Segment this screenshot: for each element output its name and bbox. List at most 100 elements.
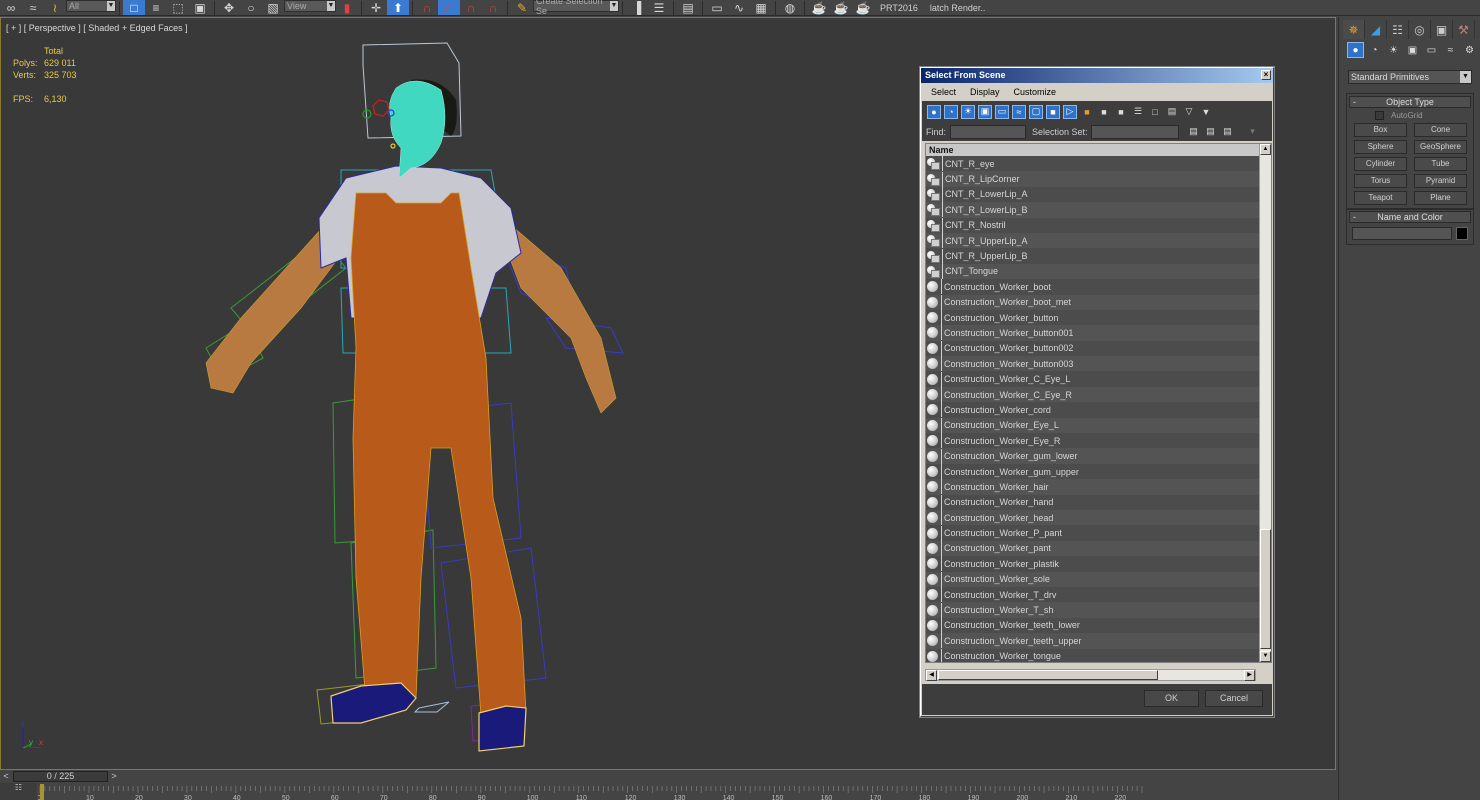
selection-set-remove-icon[interactable]: ▤ [1221, 125, 1235, 139]
select-object-icon[interactable]: □ [123, 0, 145, 15]
layer-explorer-icon[interactable]: ▤ [677, 0, 699, 15]
display-cameras-icon[interactable]: ▣ [978, 104, 992, 119]
display-geometry-icon[interactable]: ● [927, 104, 941, 119]
list-item[interactable]: CNT_R_LipCorner [926, 171, 1259, 187]
window-crossing-icon[interactable]: ▣ [189, 0, 211, 15]
snaps-toggle-icon[interactable]: ∩ [416, 0, 438, 15]
material-editor-icon[interactable]: ◍ [779, 0, 801, 15]
percent-snap-icon[interactable]: ∩ [460, 0, 482, 15]
list-item[interactable]: Construction_Worker_button [926, 309, 1259, 326]
previous-frame-button[interactable]: < [0, 770, 12, 783]
list-item[interactable]: Construction_Worker_C_Eye_L [926, 371, 1259, 387]
list-item[interactable]: Construction_Worker_hand [926, 494, 1259, 510]
primitive-button-tube[interactable]: Tube [1414, 157, 1467, 171]
keyboard-shortcut-override-icon[interactable]: ⬆ [387, 0, 409, 15]
horizontal-scroll-thumb[interactable] [938, 670, 1158, 680]
list-item[interactable]: Construction_Worker_cord [926, 402, 1259, 418]
object-color-swatch[interactable] [1456, 227, 1468, 240]
list-item[interactable]: CNT_R_UpperLip_A [926, 232, 1259, 249]
list-item[interactable]: Construction_Worker_gum_lower [926, 448, 1259, 464]
list-item[interactable]: Construction_Worker_Eye_L [926, 417, 1259, 434]
primitive-button-cylinder[interactable]: Cylinder [1354, 157, 1407, 171]
name-column-header[interactable]: Name [926, 144, 1259, 156]
toggle-ribbon-icon[interactable]: ▭ [706, 0, 728, 15]
object-category-dropdown[interactable]: Standard Primitives ▼ [1348, 70, 1472, 84]
list-item[interactable]: Construction_Worker_boot_met [926, 294, 1259, 310]
curve-editor-icon[interactable]: ∿ [728, 0, 750, 15]
hierarchy-tab-icon[interactable]: ☷ [1387, 20, 1409, 39]
primitive-button-box[interactable]: Box [1354, 123, 1407, 137]
selection-set-dropdown[interactable] [1090, 124, 1179, 139]
scroll-down-button[interactable]: ▼ [1260, 651, 1271, 662]
list-item[interactable]: CNT_R_Nostril [926, 217, 1259, 233]
select-rotate-icon[interactable]: ○ [240, 0, 262, 15]
filter-icon[interactable]: ▽ [1182, 105, 1196, 119]
shapes-category-icon[interactable]: ◔ [1366, 42, 1383, 58]
list-item[interactable]: Construction_Worker_tongue [926, 648, 1259, 662]
list-item[interactable]: Construction_Worker_head [926, 509, 1259, 526]
track-bar-config-icon[interactable]: ☷ [0, 783, 37, 800]
list-item[interactable]: Construction_Worker_plastik [926, 556, 1259, 572]
pivot-center-icon[interactable]: ▮ [336, 0, 358, 15]
primitive-button-plane[interactable]: Plane [1414, 191, 1467, 205]
lights-category-icon[interactable]: ☀ [1385, 42, 1402, 58]
display-groups-icon[interactable]: ▢ [1029, 104, 1043, 119]
primitive-button-geosphere[interactable]: GeoSphere [1414, 140, 1467, 154]
list-item[interactable]: Construction_Worker_hair [926, 479, 1259, 495]
mirror-icon[interactable]: ▐ [626, 0, 648, 15]
display-hidden-icon[interactable]: ■ [1114, 105, 1128, 119]
dialog-title-bar[interactable]: Select From Scene × [921, 68, 1273, 83]
geometry-category-icon[interactable]: ● [1347, 42, 1364, 58]
systems-category-icon[interactable]: ⚙ [1461, 42, 1478, 58]
find-input[interactable] [950, 124, 1027, 139]
reference-coordinate-dropdown[interactable]: View ▼ [284, 0, 336, 12]
close-button[interactable]: × [1261, 70, 1271, 80]
find-options-icon[interactable]: ▾ [1246, 125, 1260, 139]
select-scale-icon[interactable]: ▧ [262, 0, 284, 15]
autogrid-checkbox[interactable]: AutoGrid [1375, 111, 1473, 120]
list-item[interactable]: Construction_Worker_C_Eye_R [926, 386, 1259, 403]
schematic-view-icon[interactable]: ▦ [750, 0, 772, 15]
primitive-button-sphere[interactable]: Sphere [1354, 140, 1407, 154]
display-helpers-icon[interactable]: ▭ [995, 104, 1009, 119]
utilities-tab-icon[interactable]: ⚒ [1453, 20, 1475, 39]
link-icon[interactable]: ∞ [0, 0, 22, 15]
align-icon[interactable]: ☰ [648, 0, 670, 15]
edit-named-selection-icon[interactable]: ✎ [511, 0, 533, 15]
batch-render-button[interactable]: latch Render.. [924, 3, 992, 13]
filter-options-icon[interactable]: ▼ [1199, 105, 1213, 119]
selection-set-add-icon[interactable]: ▤ [1204, 125, 1218, 139]
horizontal-scrollbar[interactable]: ◀ ▶ [925, 669, 1256, 681]
list-item[interactable]: Construction_Worker_pant [926, 540, 1259, 557]
modify-tab-icon[interactable]: ◢ [1365, 20, 1387, 39]
list-item[interactable]: Construction_Worker_teeth_lower [926, 617, 1259, 634]
primitive-button-pyramid[interactable]: Pyramid [1414, 174, 1467, 188]
spinner-snap-icon[interactable]: ∩ [482, 0, 504, 15]
prt2016-button[interactable]: PRT2016 [874, 3, 924, 13]
list-item[interactable]: Construction_Worker_gum_upper [926, 463, 1259, 480]
display-lights-icon[interactable]: ☀ [961, 104, 975, 119]
primitive-button-torus[interactable]: Torus [1354, 174, 1407, 188]
viewport-label-menu[interactable]: [ + ] [ Perspective ] [ Shaded + Edged F… [6, 23, 188, 33]
list-item[interactable]: Construction_Worker_teeth_upper [926, 633, 1259, 649]
current-frame-marker[interactable] [40, 784, 44, 800]
display-none-icon[interactable]: □ [1148, 105, 1162, 119]
render-icon[interactable]: ☕ [852, 0, 874, 15]
named-selection-sets-dropdown[interactable]: Create Selection Se ▼ [533, 0, 619, 15]
display-invert-icon[interactable]: ▤ [1165, 105, 1179, 119]
unlink-icon[interactable]: ≈ [22, 0, 44, 15]
selection-filter-dropdown[interactable]: All ▼ [66, 0, 116, 12]
list-item[interactable]: Construction_Worker_button003 [926, 356, 1259, 372]
menu-select[interactable]: Select [931, 87, 956, 97]
spacewarps-category-icon[interactable]: ≈ [1442, 42, 1459, 58]
list-item[interactable]: Construction_Worker_boot [926, 279, 1259, 295]
display-bones-icon[interactable]: ▷ [1063, 104, 1077, 119]
menu-display[interactable]: Display [970, 87, 1000, 97]
vertical-scroll-thumb[interactable] [1260, 529, 1271, 649]
scroll-up-button[interactable]: ▲ [1260, 144, 1271, 155]
list-item[interactable]: CNT_R_LowerLip_A [926, 186, 1259, 203]
time-slider-thumb[interactable]: 0 / 225 [13, 771, 108, 782]
list-item[interactable]: Construction_Worker_P_pant [926, 525, 1259, 541]
object-type-header[interactable]: - Object Type [1349, 96, 1471, 108]
list-item[interactable]: Construction_Worker_button001 [926, 325, 1259, 341]
